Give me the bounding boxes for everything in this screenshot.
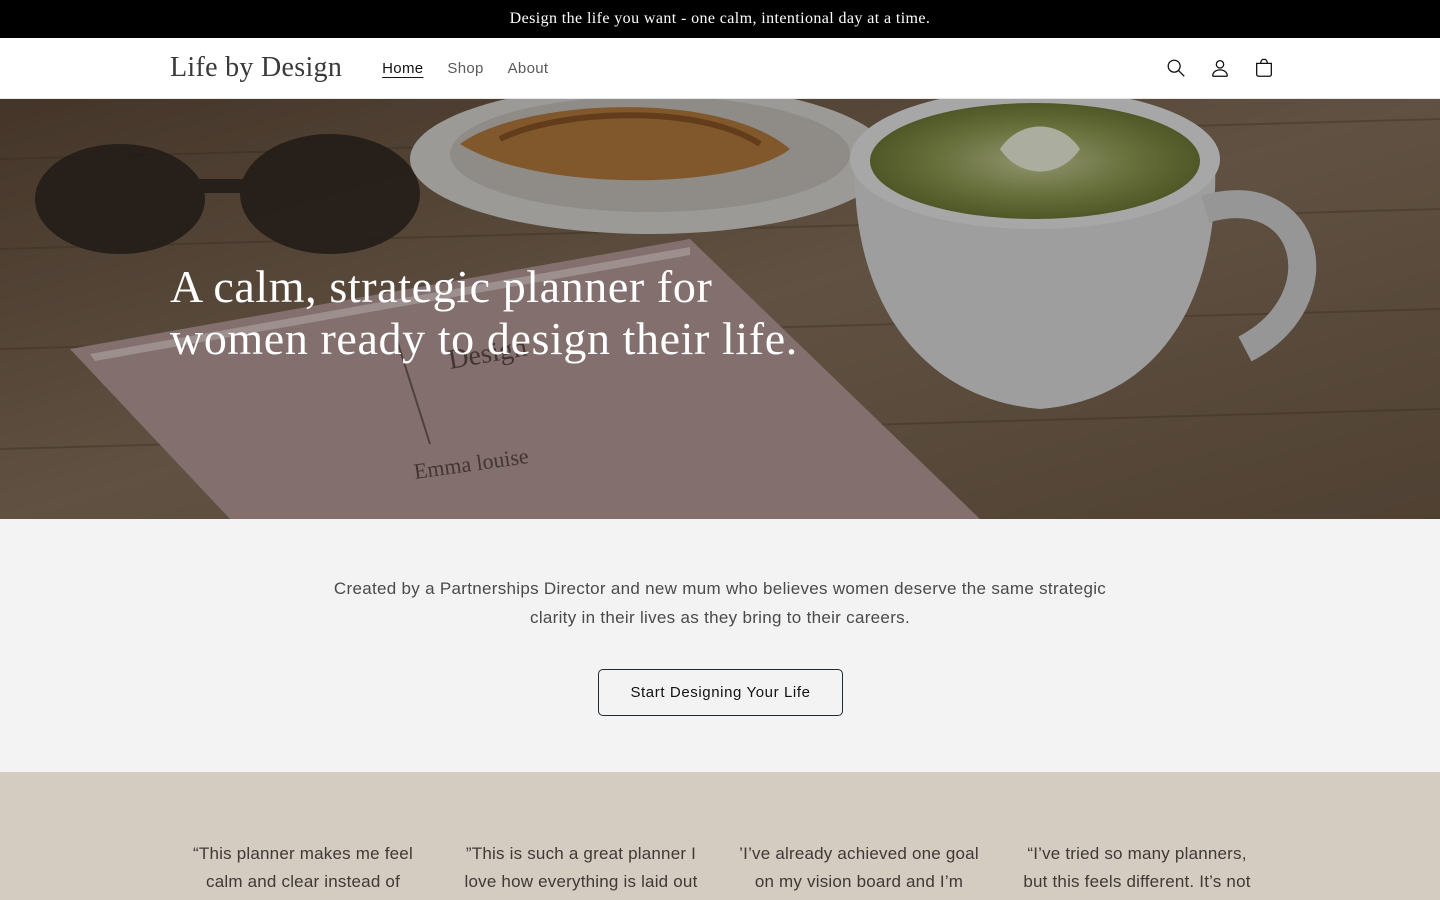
testimonial-2: ”This is such a great planner I love how… [464,844,698,891]
hero-title-line1: A calm, strategic planner for [170,261,713,312]
hero-banner: Emma louise Design A calm, strategic pla… [0,99,1440,519]
testimonials-section: “This planner makes me feel calm and cle… [0,772,1440,900]
hero-title-line2: women ready to design their life. [170,313,798,364]
cart-icon[interactable] [1250,54,1278,82]
announcement-text: Design the life you want - one calm, int… [509,10,931,27]
start-designing-button[interactable]: Start Designing Your Life [598,669,843,716]
testimonial-3: ’I’ve already achieved one goal on my vi… [739,844,979,891]
account-icon[interactable] [1206,54,1234,82]
nav-about[interactable]: About [496,54,561,83]
nav-shop[interactable]: Shop [435,54,495,83]
intro-text: Created by a Partnerships Director and n… [333,579,1107,627]
testimonial-4: “I’ve tried so many planners, but this f… [1023,844,1251,891]
site-header: Life by Design Home Shop About [0,38,1440,99]
site-logo[interactable]: Life by Design [170,52,342,84]
announcement-bar: Design the life you want - one calm, int… [0,0,1440,38]
search-icon[interactable] [1162,54,1190,82]
nav-home[interactable]: Home [370,54,435,83]
testimonial-1: “This planner makes me feel calm and cle… [193,844,413,891]
intro-section: Created by a Partnerships Director and n… [0,519,1440,772]
hero-title: A calm, strategic planner for women read… [170,261,870,365]
main-nav: Home Shop About [370,54,560,83]
